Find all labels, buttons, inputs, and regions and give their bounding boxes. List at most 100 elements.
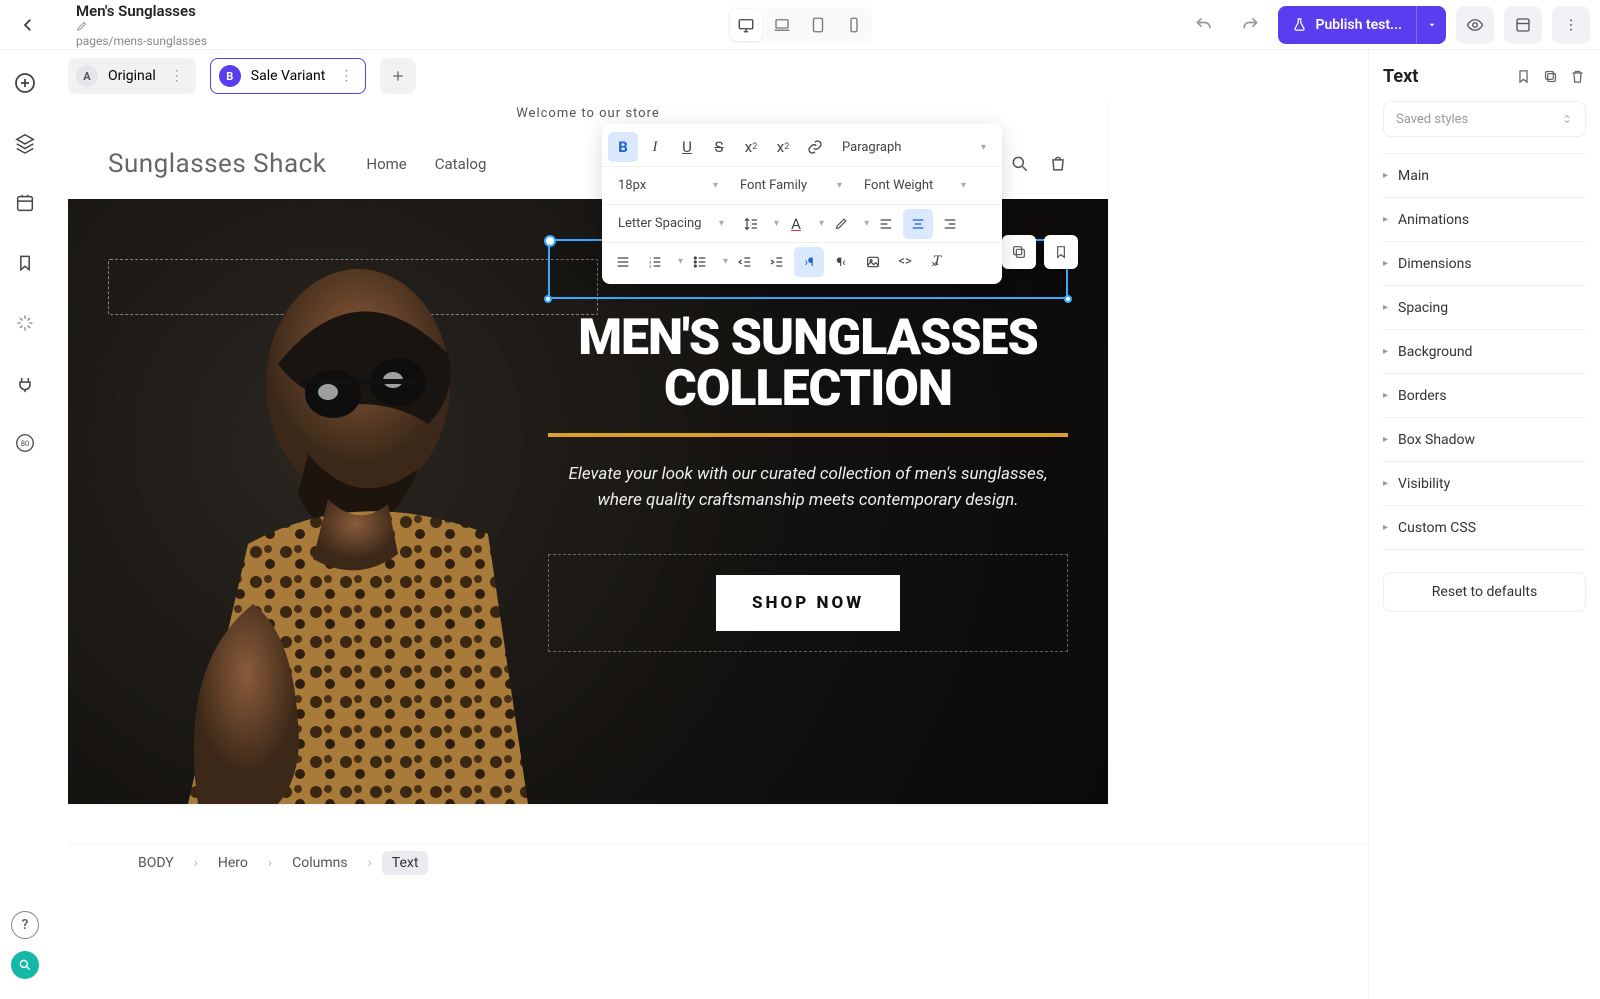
svg-text:3: 3 (649, 263, 651, 268)
variant-a-menu[interactable]: ⋮ (166, 68, 188, 84)
history-button[interactable]: 80 (10, 428, 40, 458)
inline-copy-button[interactable] (1002, 235, 1036, 269)
line-height-icon (743, 216, 759, 232)
justify-button[interactable] (608, 247, 638, 277)
letter-spacing-select[interactable]: Letter Spacing▾ (608, 209, 734, 239)
edit-title-icon[interactable] (76, 20, 207, 32)
section-dimensions[interactable]: ▸Dimensions (1383, 242, 1586, 286)
hero-cta-button[interactable]: SHOP NOW (716, 575, 900, 631)
crumb-hero[interactable]: Hero (208, 851, 258, 875)
section-background[interactable]: ▸Background (1383, 330, 1586, 374)
hero-cta-container[interactable]: SHOP NOW (548, 554, 1068, 652)
sparkle-icon (15, 313, 35, 333)
rtl-button[interactable]: ¶‹ (826, 247, 856, 277)
text-color-caret[interactable]: ▾ (819, 218, 824, 229)
ltr-button[interactable]: ›¶ (794, 247, 824, 277)
reset-defaults-button[interactable]: Reset to defaults (1383, 572, 1586, 612)
strike-button[interactable]: S (704, 132, 734, 162)
preview-button[interactable] (1456, 6, 1494, 44)
ai-button[interactable] (10, 308, 40, 338)
align-left-button[interactable] (871, 209, 901, 239)
align-right-button[interactable] (935, 209, 965, 239)
plus-circle-icon (13, 71, 37, 95)
font-size-select[interactable]: 18px▾ (608, 171, 728, 201)
block-type-select[interactable]: Paragraph▾ (832, 132, 996, 162)
forms-button[interactable] (10, 368, 40, 398)
variant-b-menu[interactable]: ⋮ (335, 68, 357, 84)
add-variant-button[interactable] (380, 58, 416, 94)
layers-button[interactable] (10, 128, 40, 158)
crumb-columns[interactable]: Columns (282, 851, 357, 875)
hero-headline[interactable]: MEN'S SUNGLASSES COLLECTION (548, 313, 1068, 415)
hero-section[interactable]: SEE THE WORLD IN STYLE MEN'S SUNGLASSES … (68, 199, 1108, 804)
align-center-icon (910, 216, 926, 232)
sections-button[interactable] (10, 188, 40, 218)
text-color-button[interactable]: A (781, 209, 811, 239)
storefront-cart-icon[interactable] (1048, 154, 1068, 174)
help-button[interactable]: ? (11, 911, 39, 939)
crumb-text[interactable]: Text (382, 851, 429, 875)
back-button[interactable] (10, 7, 46, 43)
variant-a-tab[interactable]: A Original ⋮ (68, 58, 196, 94)
section-box-shadow[interactable]: ▸Box Shadow (1383, 418, 1586, 462)
storefront-nav: Home Catalog (366, 155, 486, 173)
device-mobile[interactable] (838, 9, 870, 41)
device-tablet[interactable] (802, 9, 834, 41)
nav-home[interactable]: Home (366, 155, 406, 173)
align-left-icon (878, 216, 894, 232)
section-spacing[interactable]: ▸Spacing (1383, 286, 1586, 330)
italic-button[interactable]: I (640, 132, 670, 162)
inline-save-button[interactable] (1044, 235, 1078, 269)
line-height-caret[interactable]: ▾ (774, 218, 779, 229)
panel-bookmark-button[interactable] (1515, 68, 1532, 85)
mobile-icon (845, 16, 863, 34)
unordered-list-button[interactable] (685, 247, 715, 277)
ul-caret[interactable]: ▾ (723, 256, 728, 267)
line-height-button[interactable] (736, 209, 766, 239)
redo-button[interactable] (1232, 7, 1268, 43)
align-right-icon (942, 216, 958, 232)
section-animations[interactable]: ▸Animations (1383, 198, 1586, 242)
hero-divider (548, 433, 1068, 437)
section-borders[interactable]: ▸Borders (1383, 374, 1586, 418)
hero-subcopy[interactable]: Elevate your look with our curated colle… (548, 461, 1068, 514)
outdent-button[interactable] (730, 247, 760, 277)
publish-dropdown[interactable] (1416, 6, 1446, 44)
indent-button[interactable] (762, 247, 792, 277)
header-actions: Publish test... (1186, 6, 1590, 44)
crumb-body[interactable]: BODY (128, 851, 184, 875)
section-main[interactable]: ▸Main (1383, 154, 1586, 198)
code-view-button[interactable]: <> (890, 247, 920, 277)
panel-delete-button[interactable] (1569, 68, 1586, 85)
device-laptop[interactable] (766, 9, 798, 41)
add-element-button[interactable] (10, 68, 40, 98)
undo-button[interactable] (1186, 7, 1222, 43)
font-weight-select[interactable]: Font Weight▾ (854, 171, 976, 201)
section-visibility[interactable]: ▸Visibility (1383, 462, 1586, 506)
nav-catalog[interactable]: Catalog (435, 155, 487, 173)
code-button[interactable] (1504, 6, 1542, 44)
highlight-button[interactable] (826, 209, 856, 239)
more-button[interactable] (1552, 6, 1590, 44)
zoom-button[interactable] (11, 951, 39, 979)
publish-button[interactable]: Publish test... (1278, 6, 1446, 44)
bold-button[interactable]: B (608, 132, 638, 162)
bookmarks-button[interactable] (10, 248, 40, 278)
align-center-button[interactable] (903, 209, 933, 239)
superscript-button[interactable]: x2 (736, 132, 766, 162)
section-custom-css[interactable]: ▸Custom CSS (1383, 506, 1586, 550)
highlight-caret[interactable]: ▾ (864, 218, 869, 229)
image-button[interactable] (858, 247, 888, 277)
storefront-search-icon[interactable] (1010, 154, 1030, 174)
subscript-button[interactable]: x2 (768, 132, 798, 162)
clear-format-button[interactable]: T✕ (922, 247, 952, 277)
saved-styles-select[interactable]: Saved styles (1383, 101, 1586, 137)
ordered-list-button[interactable]: 123 (640, 247, 670, 277)
link-button[interactable] (800, 132, 830, 162)
device-desktop[interactable] (730, 9, 762, 41)
ol-caret[interactable]: ▾ (678, 256, 683, 267)
panel-copy-button[interactable] (1542, 68, 1559, 85)
variant-b-tab[interactable]: B Sale Variant ⋮ (210, 58, 367, 94)
font-family-select[interactable]: Font Family▾ (730, 171, 852, 201)
underline-button[interactable]: U (672, 132, 702, 162)
